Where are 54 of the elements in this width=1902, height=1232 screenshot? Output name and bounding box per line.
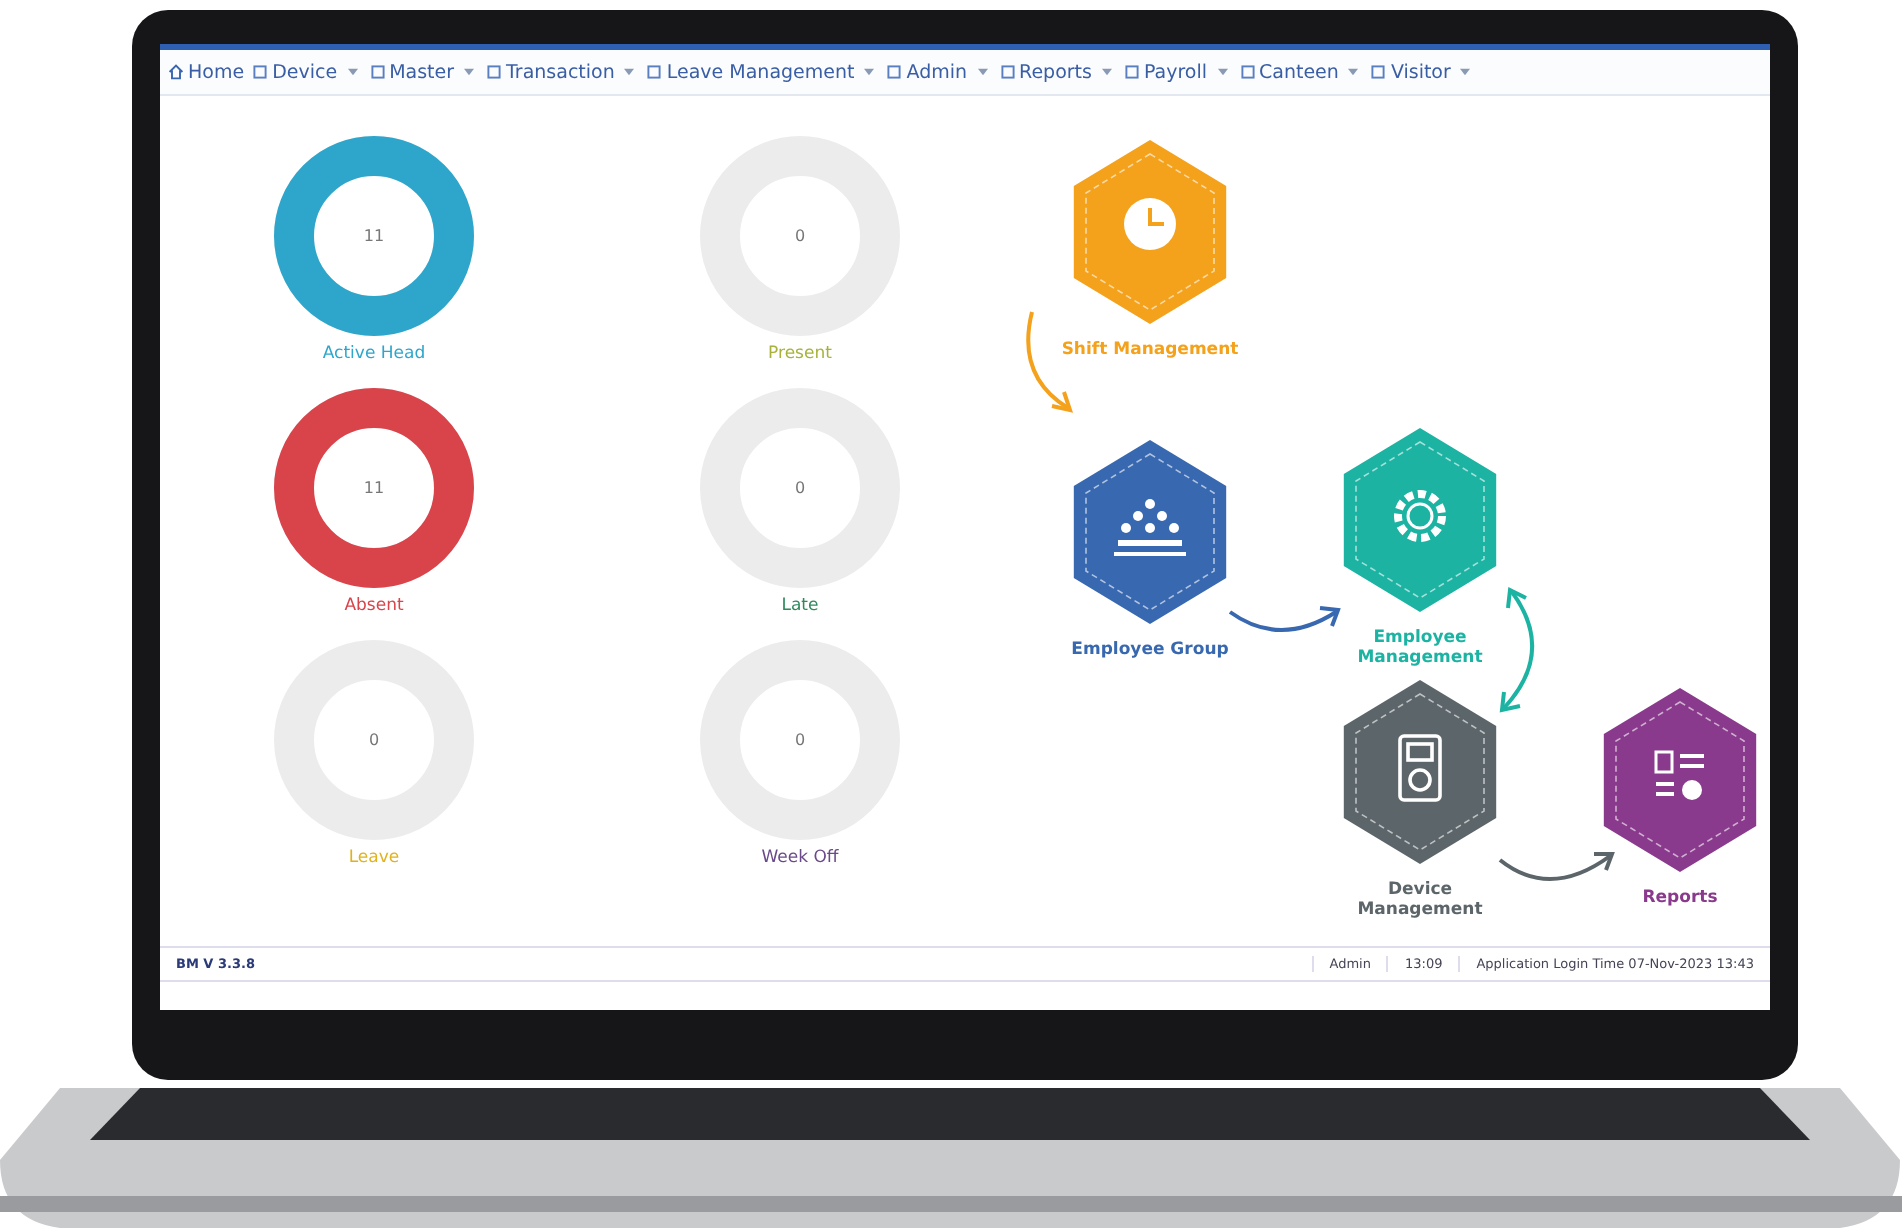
menu-item[interactable]: Visitor [1370, 61, 1475, 83]
node-label: Employee Group [1069, 640, 1231, 661]
node-label: Shift Management [1060, 340, 1240, 361]
stat-label: Active Head [322, 344, 426, 364]
caret-icon [1101, 68, 1112, 76]
stat-value: 0 [794, 227, 806, 245]
node-label: Device Management [1355, 880, 1485, 921]
stat-value: 11 [363, 227, 385, 245]
menu-icon [369, 64, 386, 80]
menu-item[interactable]: Leave Management [646, 61, 879, 83]
menu-icon [646, 64, 663, 80]
flow-arrow [1499, 586, 1534, 713]
menu-icon [886, 64, 903, 80]
caret-icon [1217, 68, 1228, 76]
node-label: Employee Management [1355, 628, 1485, 669]
menu-icon [252, 64, 269, 80]
menu-icon [1123, 64, 1140, 80]
menu-item[interactable]: Payroll [1123, 61, 1232, 83]
stat-label: Absent [344, 596, 404, 616]
caret-icon [464, 68, 475, 76]
menu-item[interactable]: Home [168, 61, 245, 83]
caret-icon [347, 68, 358, 76]
stat-value: 0 [794, 731, 806, 749]
flow-arrow [1228, 606, 1341, 632]
caret-icon [864, 68, 875, 76]
home-icon [168, 64, 184, 80]
menu-item[interactable]: Reports [999, 61, 1116, 83]
people-icon [1114, 499, 1186, 556]
gear-icon [1394, 490, 1446, 542]
device-icon [1398, 734, 1442, 802]
caret-icon [1348, 68, 1359, 76]
menu-icon [486, 64, 503, 80]
menu-icon [999, 64, 1016, 80]
caret-icon [624, 68, 635, 76]
menu-item[interactable]: Canteen [1239, 61, 1363, 83]
menu-icon [1370, 64, 1387, 80]
stat-value: 0 [368, 731, 380, 749]
stat-label: Week Off [761, 848, 839, 868]
caret-icon [977, 68, 988, 76]
menu-item[interactable]: Admin [886, 61, 992, 83]
report-icon [1654, 750, 1704, 800]
node-label: Reports [1640, 888, 1720, 909]
clock-icon [1124, 198, 1176, 250]
stat-value: 0 [794, 479, 806, 497]
caret-icon [1460, 68, 1471, 76]
menu-icon [1239, 64, 1256, 80]
menu-item[interactable]: Device [252, 61, 362, 83]
stat-value: 11 [363, 479, 385, 497]
flow-arrow [1498, 852, 1615, 881]
stat-label: Leave [348, 848, 400, 868]
stat-label: Present [768, 344, 832, 364]
menu-item[interactable]: Transaction [486, 61, 639, 83]
menu-item[interactable]: Master [369, 61, 479, 83]
stat-label: Late [781, 596, 819, 616]
